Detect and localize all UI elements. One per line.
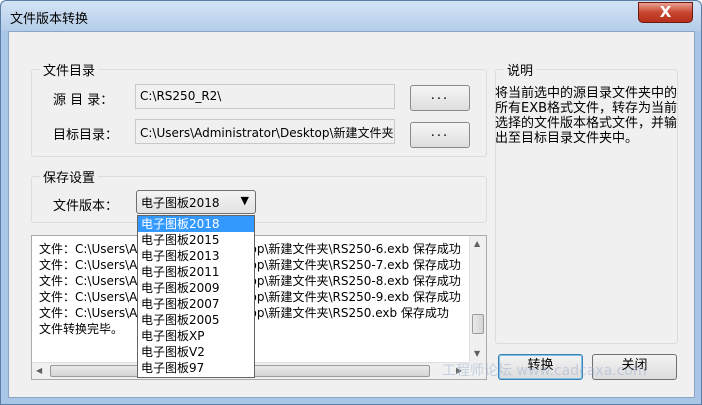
target-dir-label: 目标目录： — [53, 128, 119, 143]
title-bar: 文件版本转换 X — [1, 1, 701, 31]
description-group-title: 说明 — [504, 60, 537, 79]
version-option[interactable]: 电子图板2011 — [138, 264, 254, 280]
target-browse-button[interactable]: ... — [410, 122, 470, 148]
version-option[interactable]: 电子图板2007 — [138, 296, 254, 312]
scroll-left-icon[interactable]: ◀ — [36, 366, 42, 375]
version-option[interactable]: 电子图板V2 — [138, 344, 254, 360]
scroll-down-icon[interactable]: ▼ — [474, 349, 480, 358]
version-label: 文件版本： — [53, 199, 119, 214]
log-output-box[interactable]: 文件：C:\Users\Administrator\Desktop\新建文件夹\… — [31, 235, 487, 380]
scroll-up-icon[interactable]: ▲ — [474, 239, 480, 248]
version-select[interactable]: 电子图板2018 ▼ — [136, 190, 256, 214]
version-option[interactable]: 电子图板2009 — [138, 280, 254, 296]
chevron-down-icon: ▼ — [240, 194, 249, 207]
target-dir-field[interactable]: C:\Users\Administrator\Desktop\新建文件夹 — [135, 119, 395, 144]
dialog-window: 文件版本转换 X 文件目录 源 目 录： C:\RS250_R2\ ... 目标… — [0, 0, 702, 405]
version-option[interactable]: 电子图板2013 — [138, 248, 254, 264]
version-option[interactable]: 电子图板2015 — [138, 232, 254, 248]
version-select-value: 电子图板2018 — [141, 196, 220, 210]
version-option[interactable]: 电子图板97 — [138, 360, 254, 376]
file-dir-group-title: 文件目录 — [40, 60, 99, 79]
close-icon: X — [659, 3, 672, 21]
source-dir-label: 源 目 录： — [53, 93, 114, 108]
source-dir-field[interactable]: C:\RS250_R2\ — [135, 84, 395, 109]
vertical-scroll-thumb[interactable] — [472, 314, 484, 334]
save-settings-group-title: 保存设置 — [40, 167, 99, 186]
source-browse-button[interactable]: ... — [410, 85, 470, 111]
window-title: 文件版本转换 — [10, 12, 89, 27]
description-text: 将当前选中的源目录文件夹中的所有EXB格式文件，转存为当前选择的文件版本格式文件… — [495, 86, 678, 146]
log-vertical-scrollbar[interactable]: ▲ ▼ — [469, 236, 486, 363]
log-line: 文件转换完毕。 — [39, 322, 124, 336]
version-option[interactable]: 电子图板XP — [138, 328, 254, 344]
version-option[interactable]: 电子图板2018 — [138, 216, 254, 232]
version-dropdown-list[interactable]: 电子图板2018 电子图板2015 电子图板2013 电子图板2011 电子图板… — [137, 215, 255, 378]
window-close-button[interactable]: X — [638, 2, 693, 23]
version-option[interactable]: 电子图板2005 — [138, 312, 254, 328]
watermark: 工程师论坛 www.cadcaxa.com — [442, 363, 647, 379]
dialog-client-area: 文件目录 源 目 录： C:\RS250_R2\ ... 目标目录： C:\Us… — [8, 31, 695, 398]
